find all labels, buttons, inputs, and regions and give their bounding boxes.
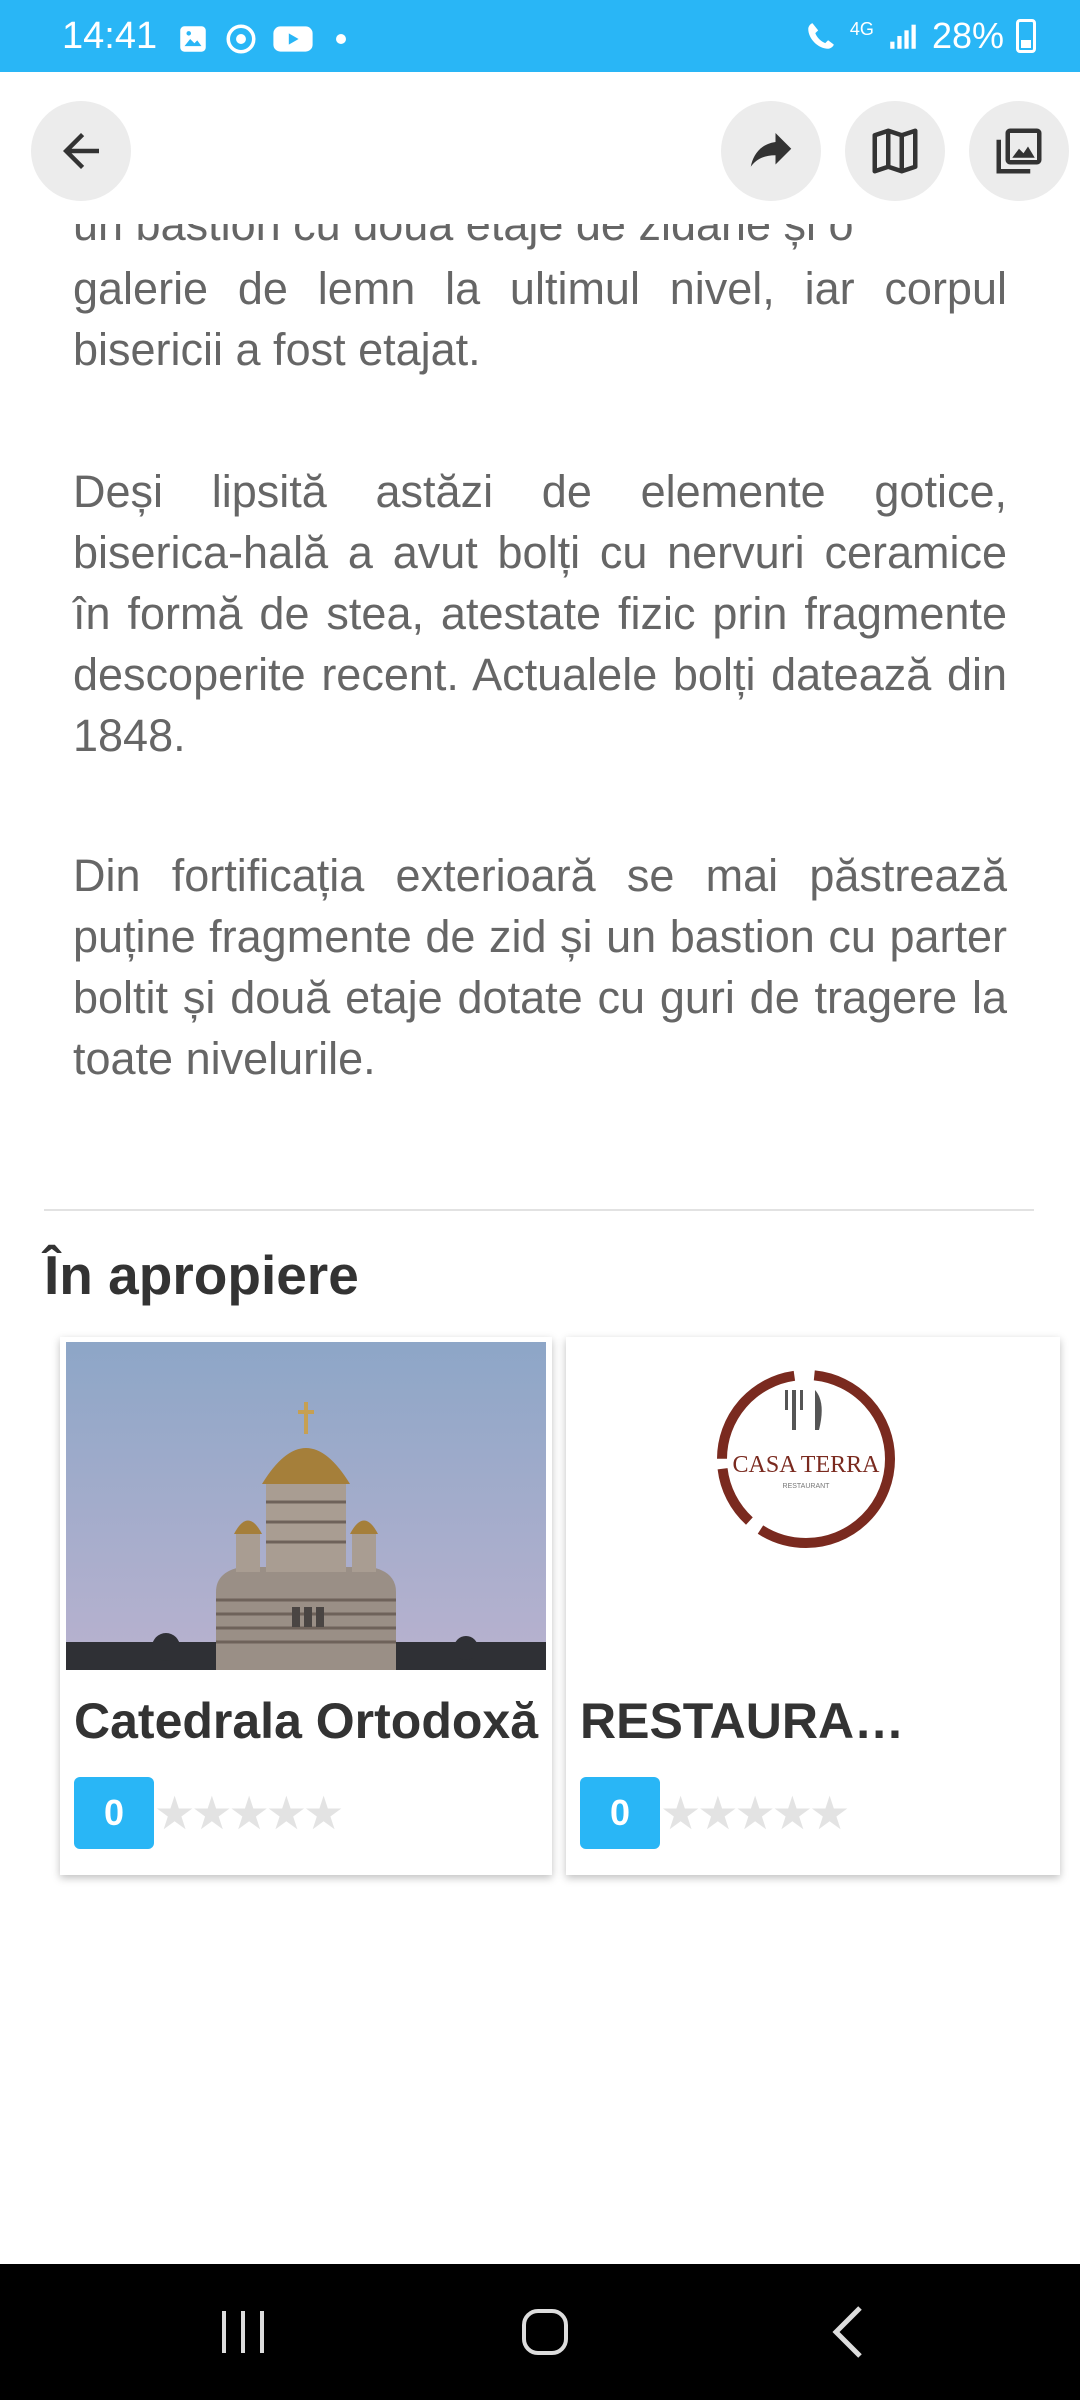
more-notifications-dot [336, 34, 346, 44]
network-type: 4G [849, 19, 874, 39]
recents-button[interactable] [143, 2264, 343, 2400]
notification-icons [176, 22, 346, 56]
restaurant-logo-subtext: RESTAURANT [783, 1483, 831, 1490]
nearby-card-title: RESTAURANT CASA TERRA [580, 1693, 910, 1749]
back-arrow-icon [63, 133, 99, 169]
system-back-icon [832, 2306, 862, 2358]
article-paragraph-1: galerie de lemn la ultimul nivel, iar co… [73, 263, 1007, 375]
system-nav-bar [0, 2264, 1080, 2400]
nearby-card[interactable]: Catedrala Ortodoxă 0 ★★★★★ [60, 1337, 552, 1875]
nearby-card[interactable]: CASA TERRA RESTAURANT RESTAURANT CASA TE… [566, 1337, 1060, 1875]
share-button[interactable] [721, 101, 821, 201]
restaurant-logo-text: CASA TERRA [733, 1452, 881, 1478]
youtube-notification-icon [273, 26, 313, 52]
system-back-button[interactable] [748, 2264, 948, 2400]
wifi-call-icon [808, 23, 834, 49]
gallery-button[interactable] [969, 101, 1069, 201]
nearby-card-title: Catedrala Ortodoxă [74, 1693, 539, 1749]
star-rating: ★★★★★ [660, 1787, 850, 1839]
share-icon [750, 133, 792, 167]
signal-icon [890, 24, 916, 49]
sync-notification-icon [226, 24, 256, 54]
map-icon [872, 128, 918, 174]
image-notification-icon [180, 26, 206, 52]
star-rating: ★★★★★ [154, 1787, 344, 1839]
article-paragraph-2: Deși lipsită astăzi de elemente gotice, … [73, 466, 1007, 761]
home-button[interactable] [445, 2264, 645, 2400]
map-button[interactable] [845, 101, 945, 201]
status-bar: 14:41 4G 28% [0, 0, 1080, 72]
home-icon [522, 2309, 568, 2355]
restaurant-logo: CASA TERRA RESTAURANT [572, 1342, 1052, 1670]
rating-badge: 0 [580, 1777, 660, 1849]
partial-line-clip: un bastion cu două etaje de zidărie și o [73, 224, 1007, 258]
system-status: 4G 28% [804, 16, 1036, 56]
section-divider [44, 1209, 1034, 1211]
battery-icon [1016, 19, 1036, 53]
article-paragraph-3: Din fortificația exterioară se mai păstr… [73, 850, 1007, 1084]
nearby-section-title: În apropiere [44, 1244, 359, 1306]
cathedral-photo [66, 1342, 546, 1670]
recents-icon [222, 2311, 264, 2353]
status-time: 14:41 [62, 15, 158, 57]
back-button[interactable] [31, 101, 131, 201]
gallery-icon [996, 128, 1042, 174]
rating-badge: 0 [74, 1777, 154, 1849]
battery-percent: 28% [931, 15, 1004, 56]
article-partial-line: un bastion cu două etaje de zidărie și o [73, 224, 854, 250]
